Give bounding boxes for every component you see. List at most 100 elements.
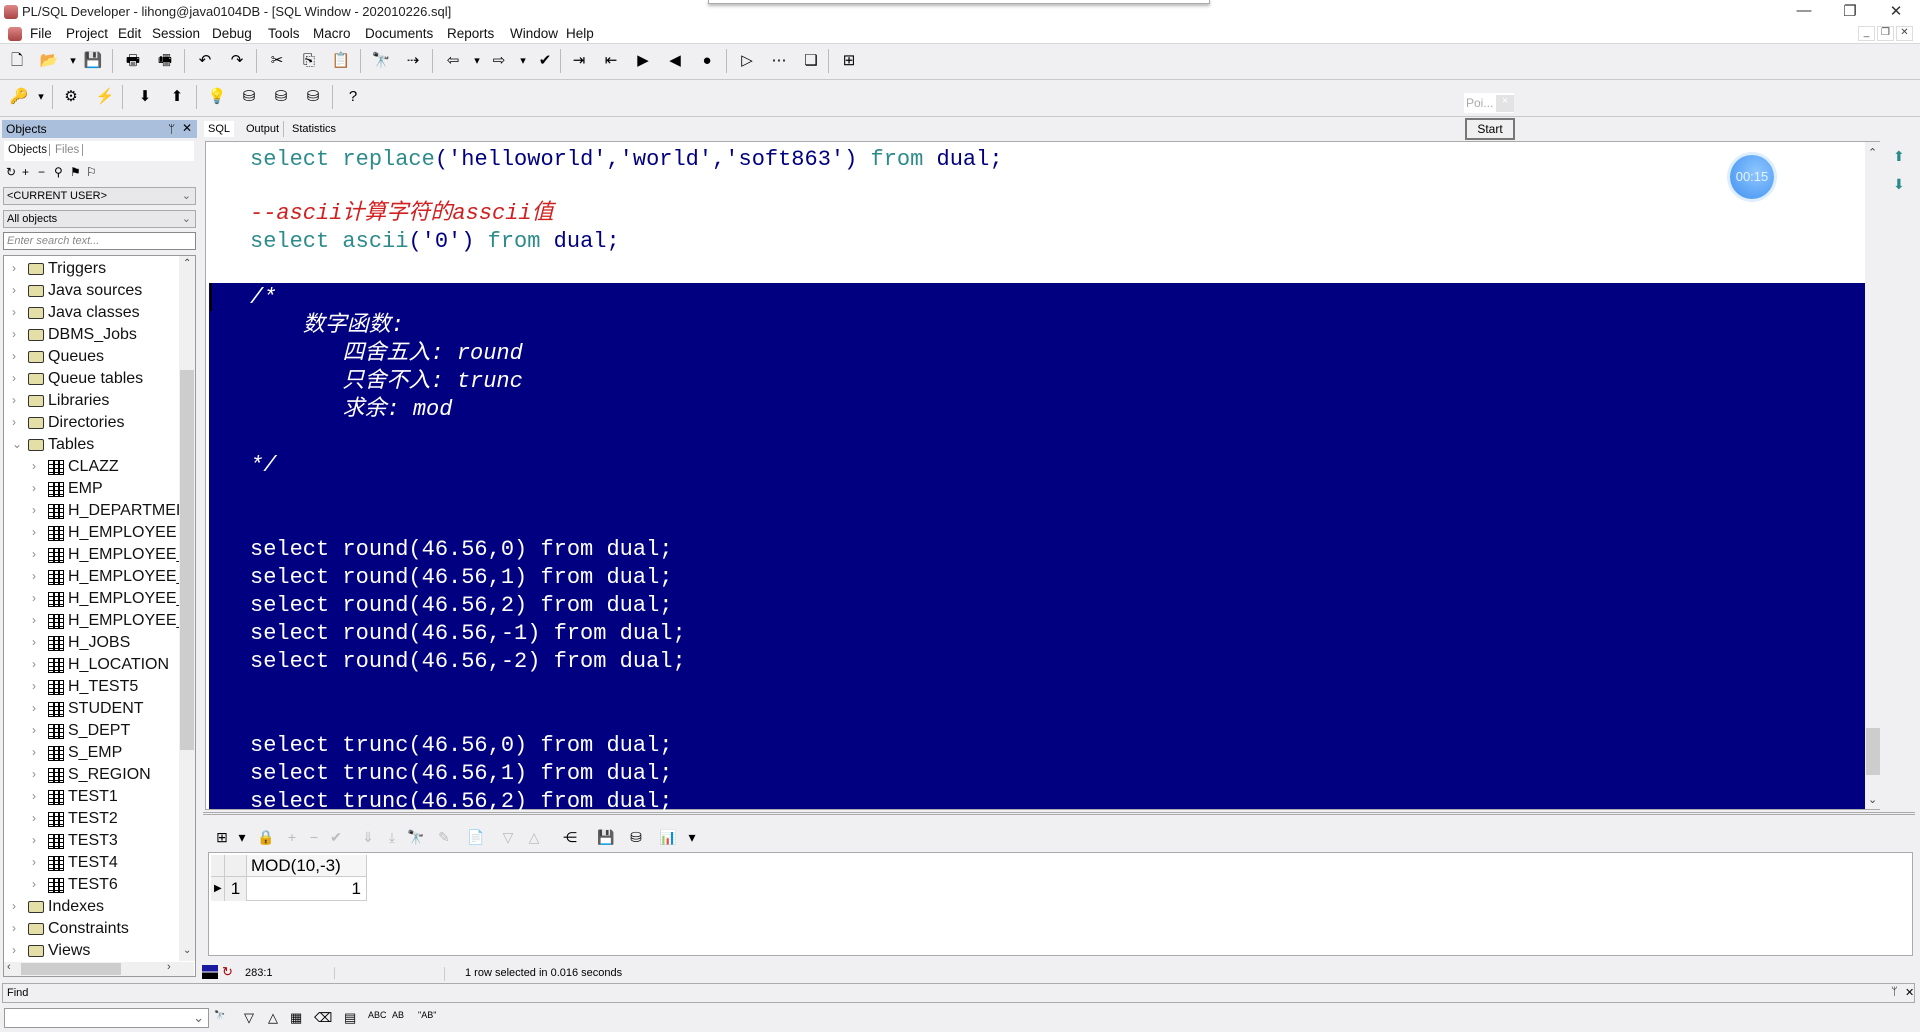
query-plan-icon[interactable]: ⋲ — [559, 826, 581, 848]
regex-icon[interactable]: "AB" — [418, 1010, 436, 1020]
code-token: select round(46.56,1) from dual; — [250, 565, 673, 590]
find-next-icon[interactable]: ▽ — [244, 1010, 254, 1026]
code-token: from — [487, 229, 554, 254]
grid-rownum-header — [225, 855, 247, 877]
expand-icon[interactable]: › — [32, 855, 36, 869]
chart-icon[interactable]: 📊 — [657, 826, 679, 848]
code-token: from — [870, 147, 937, 172]
expand-icon[interactable]: › — [12, 899, 16, 913]
editor-results-splitter[interactable] — [203, 812, 1915, 815]
chevron-down-icon[interactable]: ⌄ — [193, 1010, 204, 1026]
post-changes-icon[interactable]: ✔ — [325, 826, 347, 848]
code-token: 数字函数: — [250, 313, 405, 338]
table-icon — [48, 856, 64, 871]
match-case-icon[interactable]: ABC — [368, 1010, 387, 1020]
dropdown-icon[interactable]: ▾ — [231, 826, 253, 848]
find-previous-icon[interactable]: △ — [268, 1010, 278, 1026]
tree-horizontal-scrollbar[interactable]: ‹ › — [4, 961, 194, 976]
column-header[interactable]: MOD(10,-3) — [247, 855, 367, 877]
folder-icon — [28, 923, 44, 935]
export-results-icon[interactable]: 📄 — [465, 826, 487, 848]
next-statement-icon[interactable]: ⬇ — [1893, 176, 1905, 193]
code-token: select trunc(46.56,0) from dual; — [250, 733, 673, 758]
clear-icon[interactable]: ✎ — [433, 826, 455, 848]
expand-icon[interactable]: › — [32, 811, 36, 825]
table-icon — [48, 812, 64, 827]
code-line: select round(46.56,-1) from dual; — [250, 620, 686, 648]
save-icon[interactable]: 💾 — [595, 826, 617, 848]
code-token: select trunc(46.56,1) from dual; — [250, 761, 673, 786]
code-token: dual; — [936, 147, 1003, 172]
expand-icon[interactable]: › — [12, 943, 16, 957]
last-page-icon[interactable]: ⤓ — [381, 826, 403, 848]
refresh-icon[interactable]: ↻ — [222, 964, 233, 980]
tree-item-label: Indexes — [48, 898, 105, 915]
code-token: dual; — [553, 229, 620, 254]
code-token: select round(46.56,-2) from dual; — [250, 649, 686, 674]
code-line: select round(46.56,2) from dual; — [250, 592, 672, 620]
code-token: ('helloworld','world','soft863') — [434, 147, 871, 172]
recording-timer[interactable]: 00:15 — [1730, 155, 1774, 199]
grid-options-icon[interactable]: ⊞ — [211, 826, 233, 848]
previous-icon[interactable]: ▽ — [497, 826, 519, 848]
code-token: ('0') — [408, 229, 488, 254]
clear-icon[interactable]: ⌫ — [314, 1010, 332, 1026]
previous-statement-icon[interactable]: ⬆ — [1893, 148, 1905, 165]
tree-item-label: TEST2 — [68, 810, 118, 827]
editor-scroll-thumb[interactable] — [1866, 728, 1880, 775]
find-icon[interactable]: 🔭 — [214, 1010, 225, 1021]
code-line: select round(46.56,-2) from dual; — [250, 648, 686, 676]
tree-item-label: TEST4 — [68, 854, 118, 871]
code-token: ascii — [342, 229, 409, 254]
expand-icon[interactable]: › — [32, 833, 36, 847]
code-token: /* — [250, 285, 277, 310]
code-line: select trunc(46.56,0) from dual; — [250, 732, 672, 760]
row-number: 1 — [225, 877, 247, 901]
result-toolbar: ⊞ ▾ 🔒 + − ✔ ⇓ ⤓ 🔭 ✎ 📄 ▽ △ ⋲ 💾 ⛁ 📊 ▾ — [205, 822, 1905, 854]
expand-icon[interactable]: › — [32, 877, 36, 891]
find-icon[interactable]: 🔭 — [405, 826, 427, 848]
code-line: 只舍不入: trunc — [250, 368, 522, 396]
scroll-down-icon[interactable]: ⌄ — [1868, 793, 1877, 806]
tree-item-label: TEST6 — [68, 876, 118, 893]
code-line: select trunc(46.56,2) from dual; — [250, 788, 672, 810]
insert-record-icon[interactable]: + — [281, 826, 303, 848]
fetch-icon[interactable]: ⛁ — [625, 826, 647, 848]
close-find-icon[interactable]: ✕ — [1905, 986, 1914, 999]
delete-record-icon[interactable]: − — [303, 826, 325, 848]
code-line: --ascii计算字符的asscii值 — [250, 200, 554, 228]
code-token: 四舍五入: round — [250, 341, 523, 366]
code-line: select replace('helloworld','world','sof… — [250, 146, 1003, 174]
table-icon — [48, 834, 64, 849]
code-token: 求余: mod — [250, 397, 453, 422]
pin-icon[interactable]: ᛘ — [1891, 986, 1898, 998]
selection-only-icon[interactable]: ▤ — [344, 1010, 356, 1026]
scroll-right-icon[interactable]: › — [167, 961, 171, 973]
cursor-position: 283:1 — [245, 967, 335, 979]
code-line: select ascii('0') from dual; — [250, 228, 620, 256]
scroll-down-icon[interactable]: ⌄ — [183, 945, 191, 956]
table-icon — [48, 878, 64, 893]
code-token: select trunc(46.56,2) from dual; — [250, 789, 673, 810]
scroll-left-icon[interactable]: ‹ — [7, 961, 11, 973]
folder-icon — [28, 901, 44, 913]
whole-word-icon[interactable]: AB — [392, 1010, 404, 1020]
find-input[interactable]: ⌄ — [4, 1008, 209, 1028]
tree-hscroll-thumb[interactable] — [21, 963, 121, 975]
expand-icon[interactable]: › — [12, 921, 16, 935]
lock-icon[interactable]: 🔒 — [255, 826, 277, 848]
result-grid[interactable]: MOD(10,-3) ▶ 1 1 — [208, 852, 1913, 956]
next-page-icon[interactable]: ⇓ — [357, 826, 379, 848]
tree-item-label: Constraints — [48, 920, 129, 937]
highlight-icon[interactable]: ▦ — [290, 1010, 302, 1026]
code-token: select round(46.56,-1) from dual; — [250, 621, 686, 646]
code-line: /* — [250, 284, 276, 312]
grid-cell[interactable]: 1 — [247, 877, 367, 901]
next-icon[interactable]: △ — [523, 826, 545, 848]
dropdown-icon[interactable]: ▾ — [681, 826, 703, 848]
code-line: select round(46.56,0) from dual; — [250, 536, 672, 564]
code-token: select — [250, 147, 343, 172]
code-line: select round(46.56,1) from dual; — [250, 564, 672, 592]
editor-vertical-scrollbar[interactable] — [1865, 142, 1881, 809]
scroll-up-icon[interactable]: ⌃ — [1868, 146, 1877, 159]
